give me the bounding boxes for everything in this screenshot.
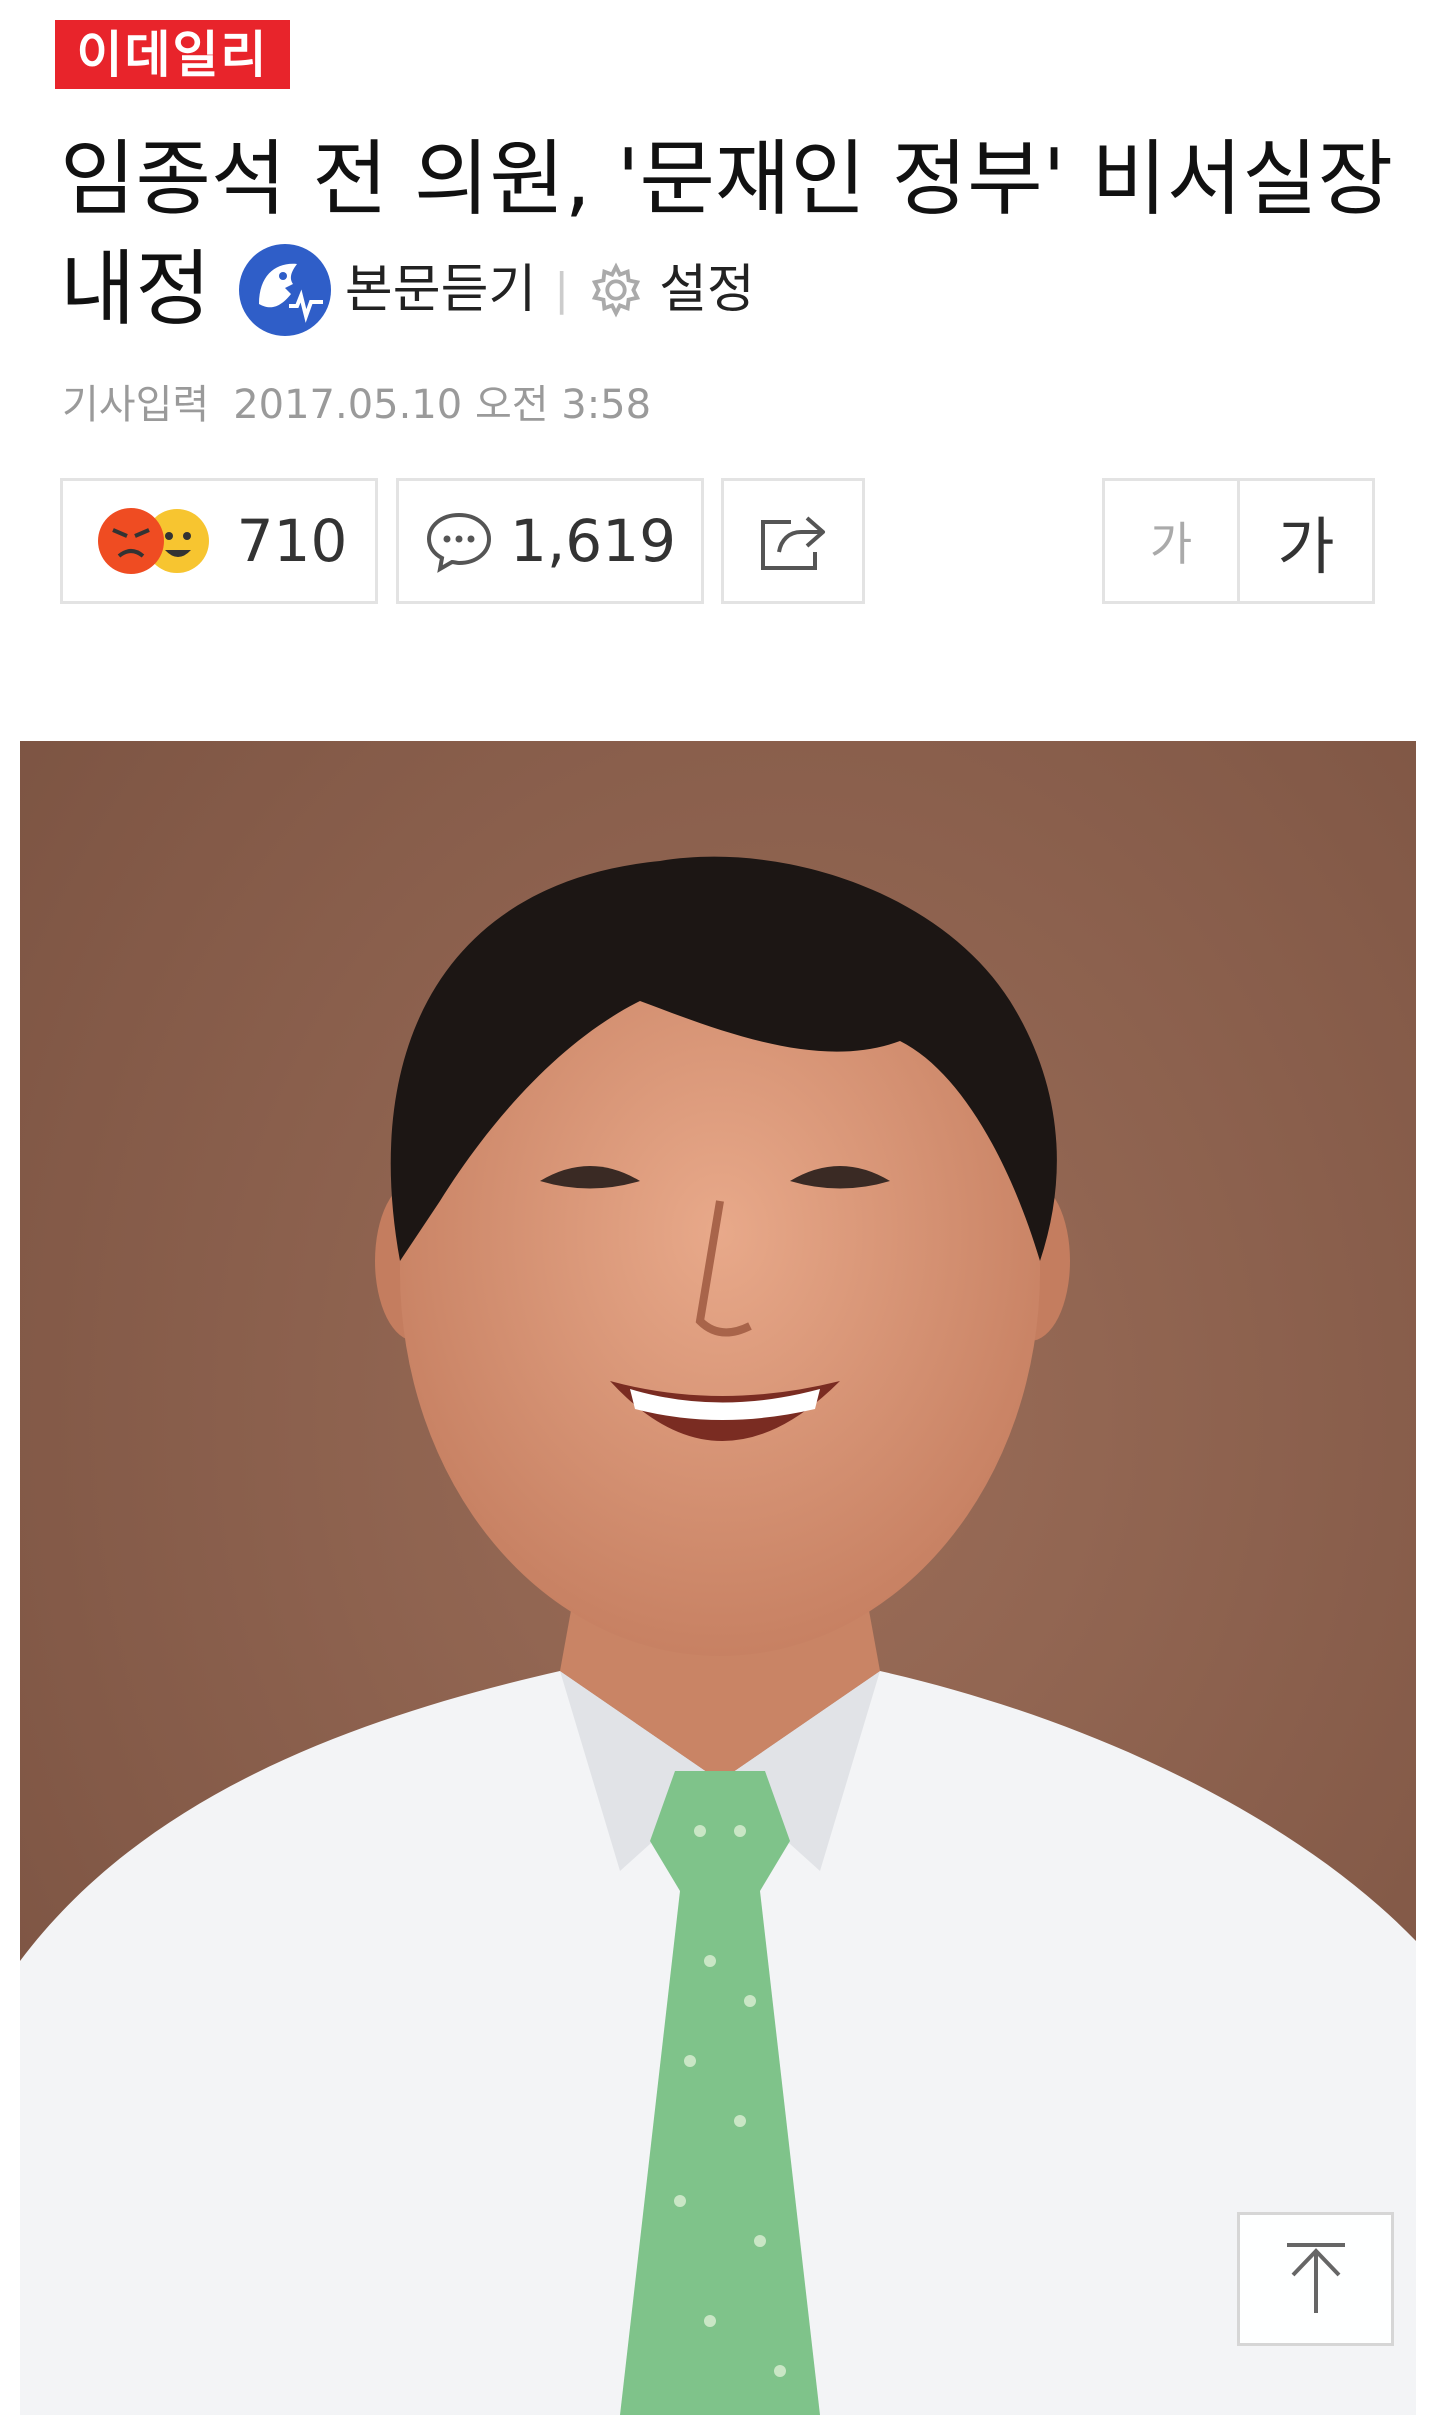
- reaction-count: 710: [236, 507, 348, 575]
- arrow-up-icon: [1286, 2243, 1345, 2313]
- brand-logo[interactable]: 이데일리: [55, 20, 290, 89]
- scroll-top-button[interactable]: [1237, 2212, 1394, 2346]
- article-actions: 710 1,619 가 가: [60, 478, 1380, 608]
- article-photo: [20, 741, 1416, 2415]
- share-arrow-icon: [761, 516, 825, 570]
- gear-icon[interactable]: [587, 261, 645, 319]
- speaker-face-icon[interactable]: [238, 244, 331, 336]
- font-small-label: 가: [1149, 517, 1193, 571]
- article-headline: 임종석 전 의원, '문재인 정부' 비서실장 내정 본문듣기 | 설정: [60, 125, 1394, 345]
- headline-line2: 내정: [60, 242, 211, 337]
- reaction-emoji-icon: [97, 508, 209, 574]
- published-datetime: 2017.05.10 오전 3:58: [233, 382, 652, 428]
- comment-count: 1,619: [509, 507, 677, 575]
- reaction-button[interactable]: 710: [60, 478, 378, 604]
- headline-line1: 임종석 전 의원, '문재인 정부' 비서실장: [60, 132, 1394, 227]
- settings-button[interactable]: 설정: [659, 235, 755, 345]
- font-large-label: 가: [1277, 510, 1335, 583]
- portrait-illustration: [20, 741, 1416, 2415]
- comment-button[interactable]: 1,619: [396, 478, 704, 604]
- share-button[interactable]: [721, 478, 865, 604]
- font-increase-button[interactable]: 가: [1237, 478, 1375, 604]
- font-decrease-button[interactable]: 가: [1102, 478, 1240, 604]
- listen-button[interactable]: 본문듣기: [345, 235, 536, 345]
- brand-logo-text: 이데일리: [76, 25, 269, 84]
- article-meta: 기사입력 2017.05.10 오전 3:58: [62, 372, 651, 430]
- speech-bubble-icon: [426, 512, 491, 573]
- published-label: 기사입력: [62, 382, 210, 428]
- tool-separator: |: [554, 264, 570, 315]
